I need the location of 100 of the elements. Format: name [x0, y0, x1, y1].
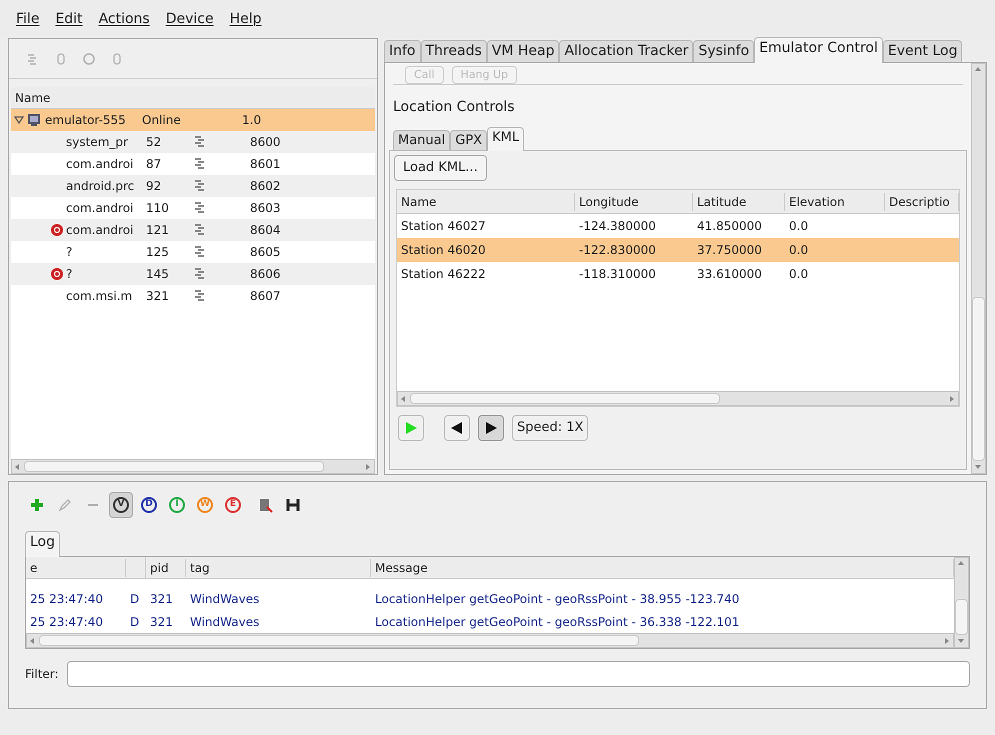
table-row[interactable]: Station 46222 -118.310000 33.610000 0.0: [397, 262, 959, 286]
horizontal-scrollbar[interactable]: [11, 459, 375, 474]
table-cell-text: 8605: [250, 244, 281, 261]
table-cell-text: Station 46222: [400, 266, 487, 283]
table-cell-text: 25 23:47:40: [29, 590, 104, 608]
column-header[interactable]: pid: [146, 558, 186, 576]
table-cell-text: Station 46027: [400, 218, 487, 235]
column-header[interactable]: Elevation: [785, 192, 885, 210]
menu-item[interactable]: File: [16, 8, 40, 30]
tab[interactable]: Sysinfo: [693, 40, 754, 62]
threads-icon: [194, 267, 206, 281]
threads-icon: [194, 135, 206, 149]
table-cell-text: ?: [66, 244, 74, 261]
vertical-scrollbar[interactable]: [954, 557, 969, 648]
vertical-scrollbar[interactable]: [971, 63, 986, 474]
previous-button[interactable]: [444, 415, 470, 441]
table-cell-text: android.prc: [66, 178, 136, 195]
table-cell-text: D: [129, 614, 140, 630]
table-row[interactable]: system_pr 52 8600: [11, 131, 375, 153]
table-cell-text: 8601: [250, 156, 281, 173]
column-header[interactable]: Descriptio: [885, 192, 959, 210]
play-button[interactable]: [398, 415, 424, 441]
expand-arrow-icon[interactable]: [14, 115, 24, 125]
table-cell-text: 110: [146, 200, 170, 217]
column-header[interactable]: Longitude: [575, 192, 693, 210]
table-cell-text: -124.380000: [578, 218, 657, 235]
filter-field[interactable]: [66, 661, 970, 687]
log-row[interactable]: 25 23:47:40 D 321 WindWaves LocationHelper getGeoPoint - geoRssPoint - 36.338 -122.101: [26, 610, 954, 633]
table-cell-text: -122.830000: [578, 242, 657, 259]
log-row[interactable]: 25 23:47:40 D 321 WindWaves LocationHelper getGeoPoint - geoRssPoint - 38.955 -123.740: [26, 587, 954, 610]
column-header[interactable]: Latitude: [693, 192, 785, 210]
bug-icon: [50, 223, 64, 237]
table-row[interactable]: Station 46020 -122.830000 37.750000 0.0: [397, 238, 959, 262]
monitor-icon: [27, 113, 41, 127]
tab[interactable]: Allocation Tracker: [559, 40, 694, 62]
table-cell-text: emulator-555: [45, 112, 127, 129]
table-cell-text: 1.0: [242, 112, 262, 129]
table-cell-text: system_pr: [66, 134, 129, 151]
table-row[interactable]: emulator-555 Online 1.0: [11, 109, 375, 131]
log-level-button[interactable]: E: [221, 492, 245, 518]
tab[interactable]: KML: [487, 126, 524, 151]
log-level-button[interactable]: D: [137, 492, 161, 518]
menu-item[interactable]: Actions: [98, 8, 150, 30]
left-triangle-icon: [450, 421, 464, 435]
threads-icon: [194, 179, 206, 193]
table-cell-text: LocationHelper getGeoPoint - geoRssPoint - 36.338 -122.101: [374, 614, 740, 630]
log-level-button[interactable]: V: [109, 492, 133, 518]
menu-item[interactable]: Edit: [55, 8, 83, 30]
table-row[interactable]: android.prc 92 8602: [11, 175, 375, 197]
menu-item[interactable]: Help: [230, 8, 262, 30]
table-cell-text: 121: [146, 222, 170, 239]
section-title: Location Controls: [393, 98, 516, 117]
table-cell-text: -118.310000: [578, 266, 657, 283]
table-cell-text: 87: [146, 156, 162, 173]
threads-icon: [194, 157, 206, 171]
table-cell-text: 125: [146, 244, 170, 261]
clear-log-icon[interactable]: [257, 497, 273, 513]
table-cell-text: 37.750000: [696, 242, 763, 259]
table-cell-text: LocationHelper getGeoPoint - geoRssPoint - 38.955 -123.740: [374, 590, 740, 608]
table-cell-text: 33.610000: [696, 266, 763, 283]
tab[interactable]: Emulator Control: [754, 37, 883, 63]
table-cell-text: WindWaves: [189, 590, 260, 608]
table-cell-text: 8602: [250, 178, 281, 195]
threads-icon: [194, 201, 206, 215]
table-cell-text: Online: [142, 112, 182, 129]
table-cell-text: 8603: [250, 200, 281, 217]
table-cell-text: 145: [146, 266, 170, 283]
horizontal-scrollbar[interactable]: [26, 633, 954, 648]
tab[interactable]: GPX: [450, 130, 488, 150]
table-cell-text: 41.850000: [696, 218, 763, 235]
tab[interactable]: Log: [25, 531, 60, 557]
play-icon: [404, 421, 418, 435]
table-cell-text: 8600: [250, 134, 281, 151]
table-cell-text: 0.0: [788, 218, 810, 235]
table-cell-text: WindWaves: [189, 614, 260, 630]
threads-icon: [194, 245, 206, 259]
table-cell-text: 8607: [250, 288, 281, 305]
column-header[interactable]: e: [26, 558, 126, 576]
horizontal-scrollbar[interactable]: [397, 391, 959, 406]
next-button[interactable]: [478, 415, 504, 441]
table-row[interactable]: ? 145 8606: [11, 263, 375, 285]
column-header[interactable]: Name: [397, 192, 575, 210]
table-cell-text: 0.0: [788, 242, 810, 259]
table-row[interactable]: Station 46027 -124.380000 41.850000 0.0: [397, 214, 959, 238]
table-cell-text: 92: [146, 178, 162, 195]
tab[interactable]: Threads: [420, 40, 487, 62]
column-header[interactable]: tag: [186, 558, 371, 576]
table-row[interactable]: com.androi 121 8604: [11, 219, 375, 241]
table-cell-text: 0.0: [788, 266, 810, 283]
load-kml-button[interactable]: Load KML...: [394, 155, 487, 181]
save-icon[interactable]: [285, 497, 301, 513]
tab[interactable]: VM Heap: [486, 40, 560, 62]
tab[interactable]: Info: [384, 40, 420, 62]
tab[interactable]: Manual: [393, 130, 450, 150]
speed-button[interactable]: Speed: 1X: [512, 415, 588, 441]
menu-item[interactable]: Device: [166, 8, 214, 30]
tab[interactable]: Event Log: [882, 40, 962, 62]
table-cell-text: 52: [146, 134, 162, 151]
table-cell-text: com.msi.m: [66, 288, 134, 305]
table-cell-text: 8606: [250, 266, 281, 283]
